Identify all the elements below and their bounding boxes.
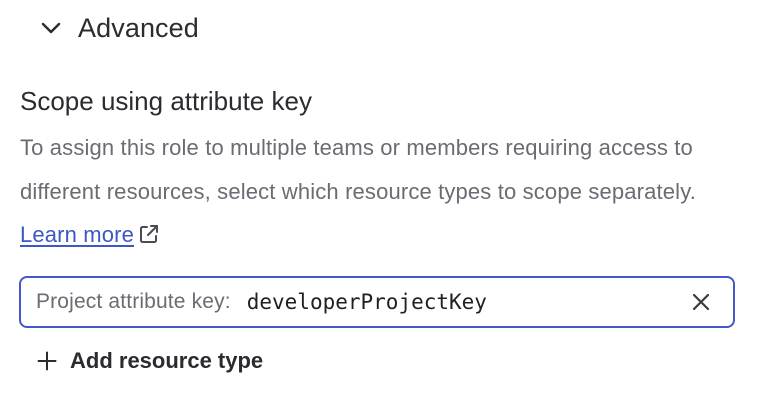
add-resource-type-label: Add resource type [70,348,264,373]
close-icon [692,293,710,311]
attribute-key-field[interactable]: Project attribute key: [19,276,735,328]
description-text: To assign this role to multiple teams or… [20,135,696,204]
learn-more-link[interactable]: Learn more [20,222,134,247]
advanced-toggle[interactable]: Advanced [38,8,199,48]
chevron-down-icon [38,15,64,41]
plus-icon [36,350,58,372]
scope-description: To assign this role to multiple teams or… [20,126,740,257]
attribute-key-prefix: Project attribute key: [36,290,231,313]
external-link-icon[interactable] [138,216,160,243]
attribute-key-input[interactable] [246,290,627,314]
advanced-label: Advanced [78,12,199,43]
clear-button[interactable] [687,288,715,316]
section-title: Scope using attribute key [20,86,312,116]
add-resource-type-button[interactable]: Add resource type [36,344,263,378]
